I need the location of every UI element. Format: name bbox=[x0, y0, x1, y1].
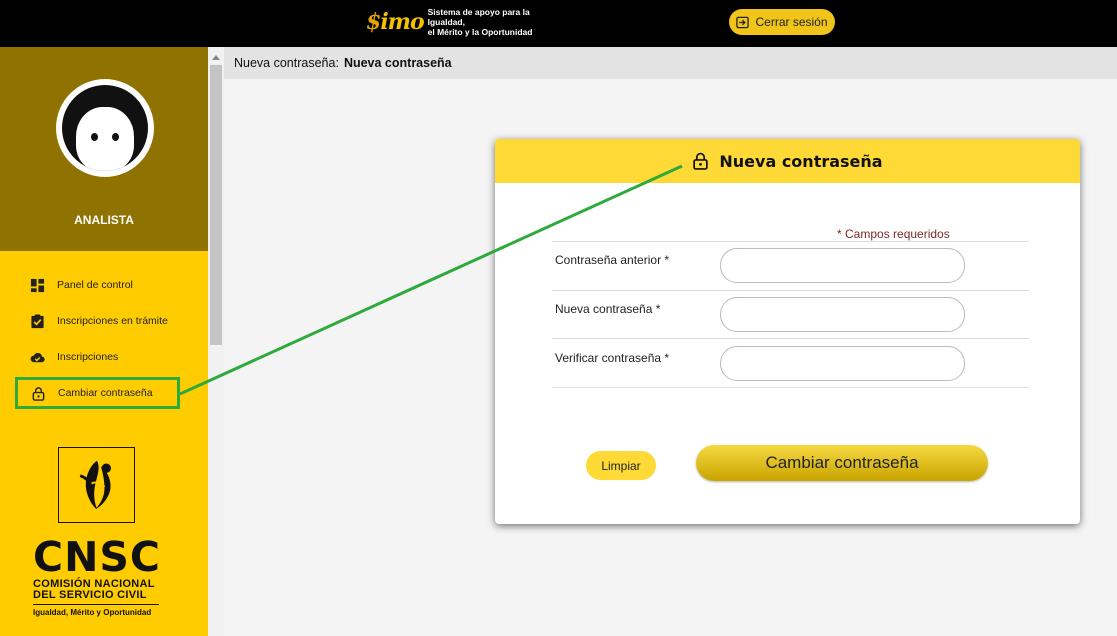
old-password-label: Contraseña anterior * bbox=[555, 253, 670, 267]
lock-icon bbox=[693, 152, 709, 170]
card-header: Nueva contraseña bbox=[495, 139, 1080, 183]
top-bar: $imo Sistema de apoyo para la Igualdad, … bbox=[0, 0, 1117, 47]
simo-logo-text: Sistema de apoyo para la Igualdad, el Mé… bbox=[428, 7, 568, 37]
row-divider bbox=[552, 241, 1029, 242]
breadcrumb-current: Nueva contraseña bbox=[343, 56, 452, 70]
lock-icon bbox=[32, 386, 45, 401]
change-password-button[interactable]: Cambiar contraseña bbox=[696, 445, 988, 481]
cnsc-name: COMISIÓN NACIONAL DEL SERVICIO CIVIL bbox=[33, 579, 155, 601]
sidebar-item-label: Cambiar contraseña bbox=[58, 387, 153, 399]
breadcrumb: Nueva contraseña: Nueva contraseña bbox=[224, 47, 1117, 79]
avatar-face-icon bbox=[62, 85, 148, 171]
cloud-check-icon bbox=[30, 352, 45, 362]
cnsc-tagline: Igualdad, Mérito y Oportunidad bbox=[33, 608, 152, 617]
logout-label: Cerrar sesión bbox=[755, 15, 828, 29]
scrollbar-thumb[interactable] bbox=[210, 65, 222, 345]
cnsc-acronym: CNSC bbox=[33, 533, 162, 581]
dashboard-icon bbox=[30, 278, 45, 292]
breadcrumb-prefix: Nueva contraseña: bbox=[234, 56, 339, 70]
row-divider bbox=[552, 338, 1029, 339]
old-password-field[interactable] bbox=[720, 248, 965, 283]
simo-logo-mark: $imo bbox=[366, 9, 425, 35]
change-password-card: Nueva contraseña * Campos requeridos Con… bbox=[495, 139, 1080, 524]
scroll-up-arrow-icon[interactable] bbox=[212, 55, 220, 60]
cnsc-emblem-logo bbox=[58, 447, 135, 523]
sidebar-scrollbar[interactable] bbox=[208, 47, 224, 636]
check-square-icon bbox=[31, 313, 44, 328]
sidebar-item-inscripciones[interactable]: Inscripciones bbox=[30, 347, 118, 367]
card-title: Nueva contraseña bbox=[719, 151, 883, 171]
sidebar-item-label: Panel de control bbox=[57, 279, 133, 291]
clear-button[interactable]: Limpiar bbox=[586, 451, 656, 480]
cnsc-name-line-2: DEL SERVICIO CIVIL bbox=[33, 589, 147, 601]
sidebar-item-cambiar-contrasena[interactable]: Cambiar contraseña bbox=[15, 377, 180, 409]
verify-password-label: Verificar contraseña * bbox=[555, 351, 670, 365]
avatar[interactable] bbox=[56, 79, 154, 177]
row-divider bbox=[552, 387, 1029, 388]
user-role: ANALISTA bbox=[74, 213, 134, 227]
sidebar-item-label: Inscripciones bbox=[57, 351, 119, 363]
simo-logo: $imo Sistema de apoyo para la Igualdad, … bbox=[366, 4, 568, 40]
logout-icon bbox=[736, 16, 750, 28]
row-divider bbox=[552, 290, 1029, 291]
sidebar: ANALISTA Panel de control Inscripciones … bbox=[0, 47, 208, 636]
sidebar-item-panel-de-control[interactable]: Panel de control bbox=[30, 275, 133, 295]
verify-password-field[interactable] bbox=[720, 346, 965, 381]
sidebar-profile: ANALISTA bbox=[0, 47, 208, 251]
required-fields-note: * Campos requeridos bbox=[837, 227, 950, 241]
logo-line-1: Sistema de apoyo para la Igualdad, bbox=[427, 7, 530, 27]
sidebar-item-inscripciones-en-tramite[interactable]: Inscripciones en trámite bbox=[30, 311, 168, 331]
cnsc-divider bbox=[33, 604, 159, 605]
logo-line-2: el Mérito y la Oportunidad bbox=[427, 27, 533, 37]
logout-button[interactable]: Cerrar sesión bbox=[729, 9, 835, 35]
new-password-label: Nueva contraseña * bbox=[555, 302, 661, 316]
sidebar-item-label: Inscripciones en trámite bbox=[57, 315, 168, 327]
new-password-field[interactable] bbox=[720, 297, 965, 332]
